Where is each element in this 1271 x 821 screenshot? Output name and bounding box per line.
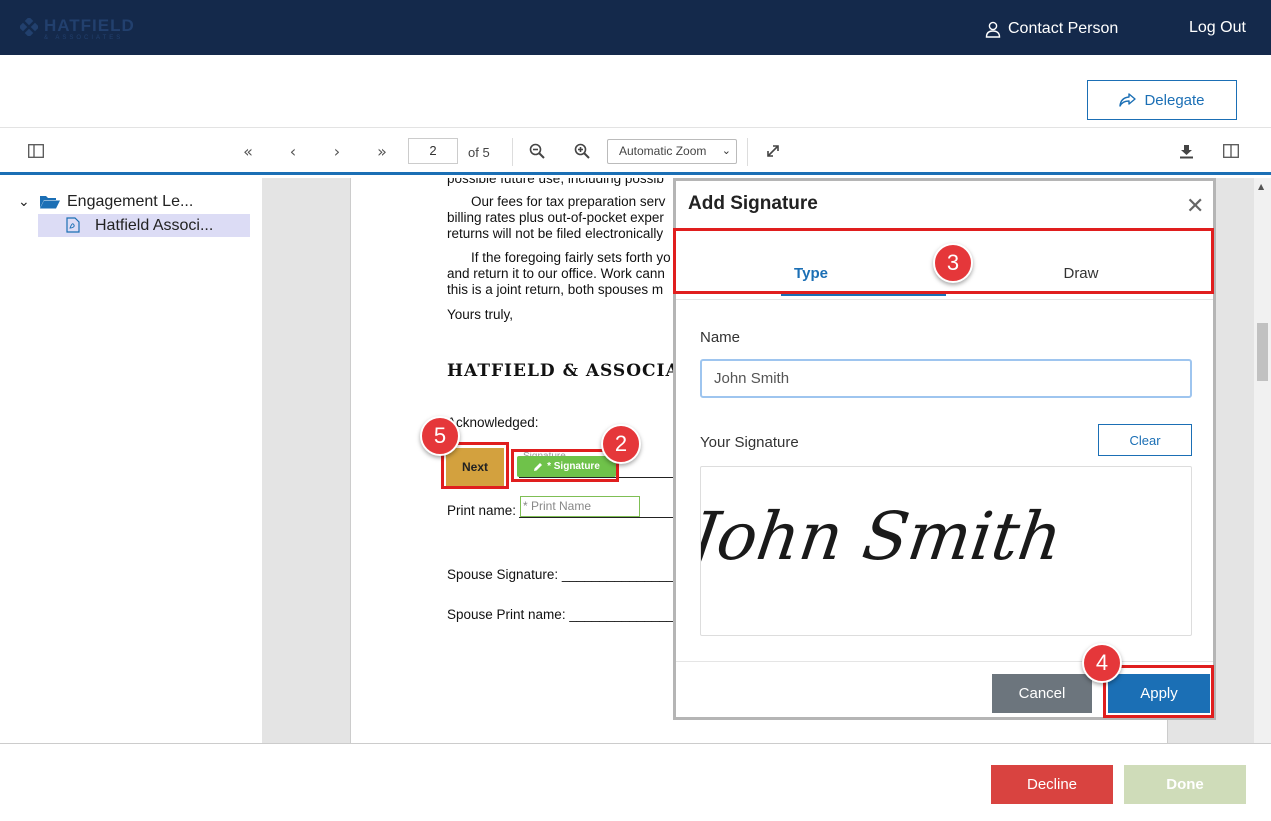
logo-text: HATFIELD (44, 16, 135, 35)
acknowledged-label: Acknowledged: (447, 415, 539, 430)
scroll-up-icon[interactable]: ▲ (1258, 182, 1264, 191)
doc-line: returns will not be filed electronically (447, 226, 664, 241)
print-name-label: Print name: (447, 503, 517, 518)
doc-line: billing rates plus out-of-pocket exper (447, 210, 664, 225)
spouse-signature-line: Spouse Signature: ___________________ (447, 567, 705, 582)
top-navigation-bar: HATFIELD & ASSOCIATES Contact Person Log… (0, 0, 1271, 55)
doc-line: possible future use, including possib (447, 178, 664, 186)
scrollbar-thumb[interactable] (1257, 323, 1268, 381)
signature-pad[interactable]: John Smith (674, 466, 1192, 636)
close-icon[interactable]: ✕ (1186, 194, 1204, 219)
footer-divider (676, 661, 1213, 662)
zoom-out-icon[interactable] (526, 140, 548, 162)
first-page-icon[interactable]: « (237, 140, 259, 162)
toolbar-divider (747, 138, 748, 166)
delegate-label: Delegate (1144, 91, 1205, 109)
tree-file-hatfield[interactable]: Hatfield Associ... (38, 214, 250, 237)
signature-script-text: John Smith (701, 497, 1067, 575)
document-tree-sidebar: ⌄ Engagement Le... Hatfield Associ... (0, 178, 262, 743)
tab-divider (676, 299, 1213, 300)
page-number-input[interactable]: 2 (408, 138, 458, 164)
dialog-title: Add Signature (688, 193, 818, 214)
print-name-field[interactable]: * Print Name (520, 496, 640, 517)
chevron-down-icon: ⌄ (721, 145, 731, 157)
callout-box-apply (1103, 665, 1214, 718)
hatfield-logo: HATFIELD & ASSOCIATES (20, 14, 135, 42)
sidebar-toggle-icon[interactable] (25, 140, 47, 162)
vertical-scrollbar[interactable]: ▲ (1254, 178, 1271, 743)
tree-folder-label: Engagement Le... (67, 192, 194, 210)
doc-line: Our fees for tax preparation serv (471, 194, 666, 209)
doc-line: Yours truly, (447, 307, 514, 322)
log-out-link[interactable]: Log Out (1189, 19, 1246, 37)
zoom-select[interactable]: Automatic Zoom ⌄ (607, 139, 737, 164)
zoom-select-value: Automatic Zoom (619, 144, 707, 158)
name-input[interactable]: John Smith (700, 359, 1192, 398)
pdf-file-icon (66, 217, 80, 233)
step-badge-4: 4 (1082, 643, 1122, 683)
folder-open-icon (40, 196, 60, 209)
download-icon[interactable] (1175, 140, 1197, 162)
toolbar-divider (512, 138, 513, 166)
print-name-line (519, 517, 674, 518)
page-total-label: of 5 (468, 145, 490, 160)
user-icon (985, 21, 1001, 38)
next-page-icon[interactable]: › (326, 140, 348, 162)
sidebar-right-toggle-icon[interactable] (1220, 140, 1242, 162)
bottom-action-bar: Decline Done (0, 743, 1271, 821)
delegate-button[interactable]: Delegate (1087, 80, 1237, 120)
fullscreen-icon[interactable] (762, 140, 784, 162)
your-signature-label: Your Signature (700, 434, 799, 451)
active-tab-indicator (781, 294, 946, 296)
signature-preview: John Smith (674, 497, 1067, 575)
cancel-button[interactable]: Cancel (992, 674, 1092, 713)
chevron-down-icon[interactable]: ⌄ (18, 194, 40, 210)
step-badge-2: 2 (601, 424, 641, 464)
logo-subtext: & ASSOCIATES (44, 35, 124, 41)
firm-name-heading: HATFIELD & ASSOCIAT (447, 361, 693, 381)
step-badge-3: 3 (933, 243, 973, 283)
doc-line: If the foregoing fairly sets forth yo (471, 250, 671, 265)
zoom-in-icon[interactable] (571, 140, 593, 162)
tree-file-label: Hatfield Associ... (95, 216, 214, 234)
previous-page-icon[interactable]: ‹ (282, 140, 304, 162)
tree-folder-engagement[interactable]: ⌄ Engagement Le... (18, 190, 193, 213)
last-page-icon[interactable]: » (371, 140, 393, 162)
logo-mark-icon (20, 18, 38, 36)
clear-button[interactable]: Clear (1098, 424, 1192, 456)
doc-line: and return it to our office. Work cann (447, 266, 665, 281)
share-arrow-icon (1119, 93, 1137, 107)
done-button[interactable]: Done (1124, 765, 1246, 804)
spouse-print-name-line: Spouse Print name: _________________ (447, 607, 697, 622)
doc-line: this is a joint return, both spouses m (447, 282, 664, 297)
contact-person-label: Contact Person (1008, 20, 1119, 37)
pdf-toolbar: « ‹ › » 2 of 5 Automatic Zoom ⌄ (0, 127, 1271, 175)
contact-person-link[interactable]: Contact Person (985, 19, 1118, 39)
name-label: Name (700, 329, 741, 346)
step-badge-5: 5 (420, 416, 460, 456)
decline-button[interactable]: Decline (991, 765, 1113, 804)
